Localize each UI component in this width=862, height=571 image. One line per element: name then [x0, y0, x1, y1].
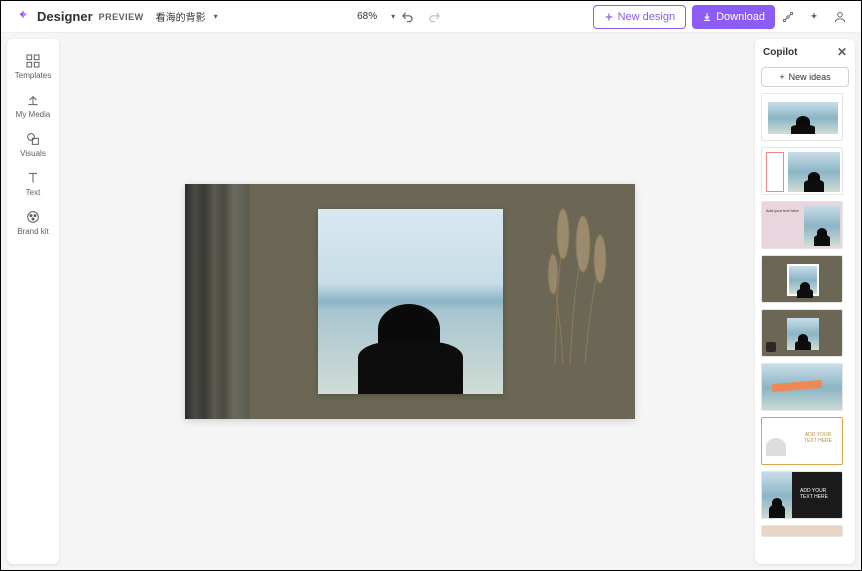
settings-icon[interactable]: [777, 6, 799, 28]
chevron-down-icon[interactable]: ▾: [214, 12, 218, 21]
idea-thumbnail[interactable]: Add your text here: [761, 201, 843, 249]
left-sidebar: Templates My Media Visuals Text Brand ki…: [7, 39, 59, 564]
sidebar-item-templates[interactable]: Templates: [7, 47, 59, 86]
curtain-element: [185, 184, 250, 419]
preview-badge: PREVIEW: [99, 12, 144, 22]
new-design-button[interactable]: New design: [593, 5, 686, 29]
brand-kit-icon: [25, 209, 41, 225]
sidebar-item-my-media[interactable]: My Media: [7, 86, 59, 125]
sidebar-item-visuals[interactable]: Visuals: [7, 125, 59, 164]
document-title[interactable]: 看海的背影: [156, 9, 206, 24]
brand-name: Designer: [37, 9, 93, 24]
ideas-list[interactable]: Add your text here ADD YOUR TEXT HERE AD…: [755, 93, 855, 564]
zoom-chevron-icon[interactable]: ▾: [391, 12, 395, 21]
close-icon[interactable]: ✕: [837, 45, 847, 59]
canvas-area[interactable]: [65, 33, 755, 570]
new-ideas-button[interactable]: +New ideas: [761, 67, 849, 87]
zoom-level[interactable]: 68%: [357, 11, 377, 22]
text-icon: [25, 170, 41, 186]
copilot-panel: Copilot ✕ +New ideas Add your text here …: [755, 39, 855, 564]
idea-thumbnail[interactable]: [761, 363, 843, 411]
main-area: Templates My Media Visuals Text Brand ki…: [1, 33, 861, 570]
idea-thumbnail[interactable]: [761, 309, 843, 357]
sidebar-item-text[interactable]: Text: [7, 164, 59, 203]
top-bar: Designer PREVIEW 看海的背影 ▾ 68% ▾ New desig…: [1, 1, 861, 33]
visuals-icon: [25, 131, 41, 147]
app-logo-icon: [15, 9, 31, 25]
upload-icon: [25, 92, 41, 108]
idea-thumbnail[interactable]: [761, 93, 843, 141]
idea-thumbnail[interactable]: [761, 525, 843, 537]
redo-button[interactable]: [423, 6, 445, 28]
pampas-grass: [535, 204, 615, 364]
download-button[interactable]: Download: [692, 5, 775, 29]
undo-button[interactable]: [397, 6, 419, 28]
design-canvas[interactable]: [185, 184, 635, 419]
templates-icon: [25, 53, 41, 69]
copilot-title: Copilot: [763, 47, 797, 58]
account-icon[interactable]: [829, 6, 851, 28]
idea-thumbnail[interactable]: ADD YOUR TEXT HERE: [761, 471, 843, 519]
sea-photo[interactable]: [318, 209, 503, 394]
sidebar-item-brand-kit[interactable]: Brand kit: [7, 203, 59, 242]
sparkle-icon[interactable]: [803, 6, 825, 28]
idea-thumbnail[interactable]: [761, 147, 843, 195]
idea-thumbnail[interactable]: [761, 255, 843, 303]
idea-thumbnail[interactable]: ADD YOUR TEXT HERE: [761, 417, 843, 465]
